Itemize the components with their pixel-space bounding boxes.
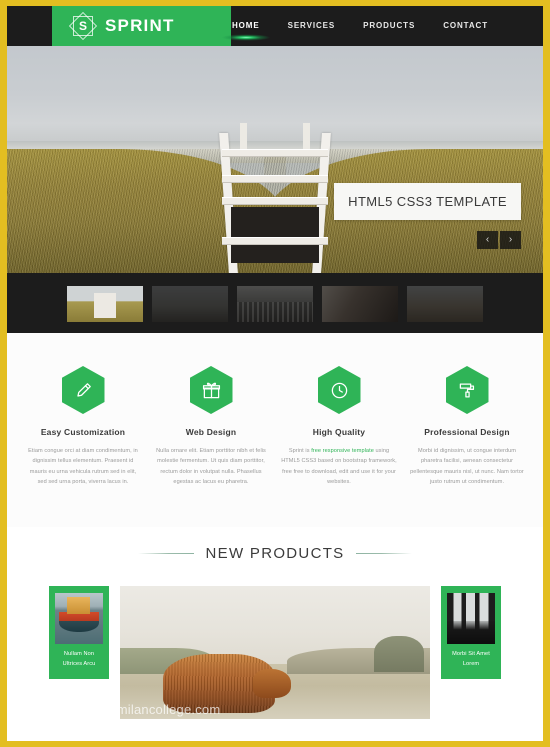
hero-slider[interactable]: HTML5 CSS3 TEMPLATE ‹ › [7, 46, 543, 273]
stair-plank-2 [222, 175, 328, 183]
nav-item-services[interactable]: SERVICES [287, 17, 337, 35]
thumb-image-2 [152, 286, 228, 322]
product-card-right[interactable]: Morbi Sit Amet Lorem [441, 586, 501, 679]
feature-title: Professional Design [424, 427, 510, 437]
site-viewport: S SPRINT HOME SERVICES PRODUCTS CONTACT [7, 6, 543, 741]
highland-cow-scene [120, 586, 430, 720]
hero-staircase [214, 123, 336, 273]
thumb-city-skyline[interactable] [237, 286, 313, 322]
stair-shadow-1 [231, 207, 319, 237]
feature-text-before: Sprint is [288, 448, 312, 454]
hero-caption: HTML5 CSS3 TEMPLATE [334, 183, 521, 220]
hero-thumbnail-strip [7, 273, 543, 333]
thumb-foggy-field[interactable] [152, 286, 228, 322]
feature-title: High Quality [312, 427, 366, 437]
thumb-image-4 [322, 286, 398, 322]
nav-item-home[interactable]: HOME [231, 17, 261, 35]
logo-text: SPRINT [105, 16, 175, 35]
clock-icon [317, 366, 361, 414]
feature-title: Easy Customization [40, 427, 126, 437]
thumb-image-3 [237, 286, 313, 322]
feature-text: Sprint is free responsive template using… [281, 446, 397, 487]
product-label: Morbi Sit Amet Lorem [452, 651, 490, 668]
paint-roller-icon [445, 366, 489, 414]
page-frame: S SPRINT HOME SERVICES PRODUCTS CONTACT [0, 0, 550, 747]
heading-rule-right [356, 553, 413, 555]
thumb-image-5 [407, 286, 483, 322]
hero-prev-arrow-icon[interactable]: ‹ [477, 231, 498, 249]
hero-next-arrow-icon[interactable]: › [500, 231, 521, 249]
stair-plank-1 [222, 149, 328, 157]
features-section: Easy Customization Etiam congue orci at … [7, 333, 543, 528]
dark-interior-window-image [447, 593, 495, 645]
thumb-coast[interactable] [407, 286, 483, 322]
main-navigation: HOME SERVICES PRODUCTS CONTACT [231, 6, 543, 46]
logo-letter: S [78, 19, 87, 33]
hero-arrow-group: ‹ › [477, 231, 521, 249]
logo[interactable]: S SPRINT [52, 6, 231, 46]
product-card-left[interactable]: Nullam Non Ultrices Arcu [49, 586, 109, 679]
nav-item-products[interactable]: PRODUCTS [362, 17, 416, 35]
scene-hill-far [374, 635, 424, 672]
thumb-image-1 [67, 286, 143, 322]
room-graphic [447, 593, 495, 645]
featured-product-image[interactable]: www.thetidingsofmilancollege.com [120, 586, 430, 720]
feature-inline-link[interactable]: free responsive template [311, 448, 374, 454]
new-products-section: NEW PRODUCTS Nullam Non Ultrices Arcu ww… [7, 527, 543, 720]
stair-post-right [303, 123, 310, 149]
feature-professional-design: Professional Design Morbi id dignissim, … [409, 366, 525, 487]
section-heading: NEW PRODUCTS [7, 545, 543, 562]
heading-rule-left [137, 553, 194, 555]
feature-easy-customization: Easy Customization Etiam congue orci at … [25, 366, 141, 487]
stair-post-left [240, 123, 247, 149]
pencil-icon [61, 366, 105, 414]
stair-plank-3 [222, 197, 328, 205]
nav-item-contact[interactable]: CONTACT [442, 17, 489, 35]
boat-graphic [55, 593, 103, 645]
product-label: Nullam Non Ultrices Arcu [62, 651, 96, 668]
site-header: S SPRINT HOME SERVICES PRODUCTS CONTACT [7, 6, 543, 46]
stair-plank-4 [222, 237, 328, 245]
feature-title: Web Design [185, 427, 237, 437]
eight-point-star-icon: S [68, 11, 98, 41]
thumb-harbour[interactable] [322, 286, 398, 322]
page-title: NEW PRODUCTS [205, 545, 345, 563]
stair-shadow-2 [231, 245, 319, 263]
feature-text: Etiam congue orci at diam condimentum, i… [28, 448, 138, 486]
thumb-beach-stairs[interactable] [67, 286, 143, 322]
product-row: Nullam Non Ultrices Arcu www.thetidingso… [7, 586, 543, 720]
gift-icon [189, 366, 233, 414]
fishing-boat-image [55, 593, 103, 645]
feature-web-design: Web Design Nulla ornare elit. Etiam port… [153, 366, 269, 487]
highland-cow [163, 654, 291, 713]
feature-high-quality: High Quality Sprint is free responsive t… [281, 366, 397, 487]
feature-text: Nulla ornare elit. Etiam porttitor nibh … [156, 448, 266, 486]
feature-text: Morbi id dignissim, ut congue interdum p… [410, 448, 524, 486]
